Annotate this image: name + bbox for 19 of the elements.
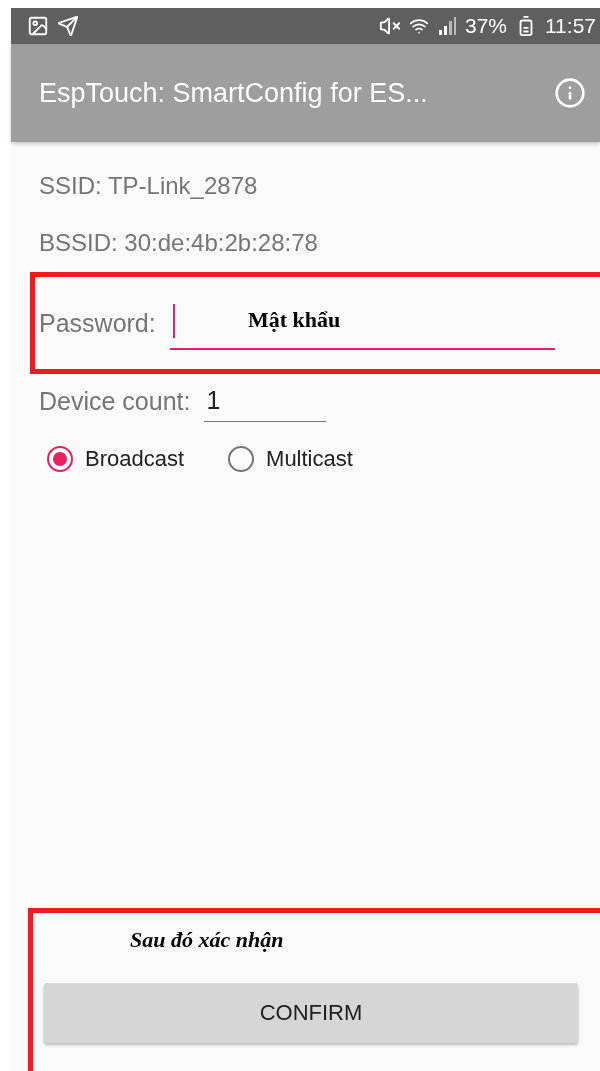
annotation-note: Mật khẩu	[248, 307, 341, 333]
mode-radio[interactable]: Multicast	[228, 446, 353, 472]
battery-percent: 37%	[464, 14, 507, 38]
mode-radio[interactable]: Broadcast	[47, 446, 185, 472]
password-label: Password:	[39, 309, 156, 339]
gallery-icon	[27, 15, 49, 37]
device-count-field[interactable]: 1	[204, 386, 327, 422]
clock-time: 11:57	[545, 14, 596, 38]
send-icon	[57, 15, 79, 37]
signal-icon	[436, 16, 457, 36]
app-title: EspTouch: SmartConfig for ES...	[39, 77, 429, 109]
wifi-icon	[408, 16, 429, 36]
confirm-button[interactable]: CONFIRM	[44, 983, 578, 1043]
network-info: SSID: TP-Link_2878	[39, 172, 259, 201]
info-icon[interactable]	[554, 77, 586, 109]
annotation-note: Sau đó xác nhận	[130, 927, 284, 953]
network-info: BSSID: 30:de:4b:2b:28:78	[39, 229, 319, 258]
mute-icon	[378, 15, 401, 37]
device-count-label: Device count:	[39, 387, 191, 417]
